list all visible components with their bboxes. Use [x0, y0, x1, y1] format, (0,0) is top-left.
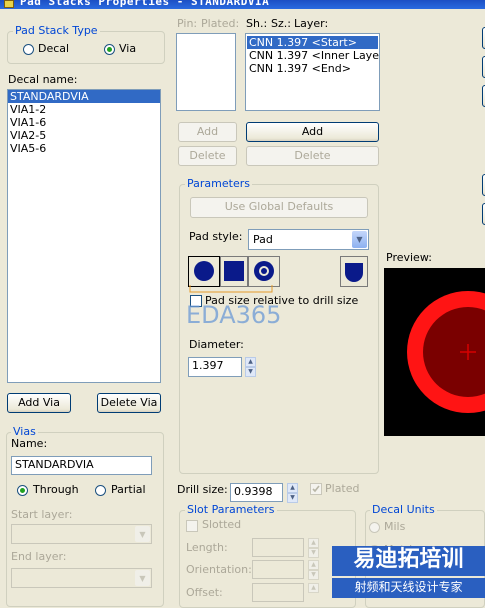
diameter-field[interactable]: 1.397 [188, 357, 242, 377]
decal-list-item[interactable]: STANDARDVIA [8, 90, 160, 103]
annular-pad-icon [254, 261, 274, 281]
app-icon [4, 0, 14, 8]
slot-orientation-field[interactable] [252, 560, 304, 579]
delete-via-button[interactable]: Delete Via [97, 393, 161, 413]
slot-orientation-spin-down[interactable]: ▼ [308, 570, 319, 580]
drill-size-label: Drill size: [177, 483, 228, 496]
delete-pin-label: Delete [189, 149, 226, 162]
add-via-button[interactable]: Add Via [7, 393, 71, 413]
plated-label[interactable]: Plated [325, 482, 360, 495]
drill-spin-down[interactable]: ▼ [287, 493, 298, 503]
pad-style-label: Pad style: [189, 230, 243, 243]
slot-offset-field[interactable] [252, 583, 304, 602]
eda365-watermark: EDA365 [186, 301, 282, 329]
decal-name-label: Decal name: [8, 73, 78, 86]
plated-header: Plated: [201, 17, 240, 30]
delete-via-label: Delete Via [100, 396, 158, 409]
slot-length-spin-up[interactable]: ▲ [308, 538, 319, 548]
round-pad-icon [194, 261, 214, 281]
mils-label[interactable]: Mils [384, 520, 405, 533]
diameter-spin-up[interactable]: ▲ [245, 357, 256, 367]
use-global-defaults-label: Use Global Defaults [224, 200, 334, 213]
slot-offset-spin-up[interactable]: ▲ [308, 583, 319, 593]
add-pin-button[interactable]: Add [178, 122, 237, 142]
add-layer-label: Add [301, 125, 324, 138]
pad-shape-list-item[interactable]: CNN 1.397 <Start> [247, 36, 378, 49]
square-pad-icon [224, 261, 244, 281]
slot-orientation-label: Orientation: [186, 563, 252, 576]
use-global-defaults-button[interactable]: Use Global Defaults [190, 197, 368, 218]
via-radio[interactable] [104, 44, 115, 55]
delete-layer-button[interactable]: Delete [246, 146, 379, 166]
slot-parameters-legend: Slot Parameters [185, 503, 277, 516]
decal-name-list[interactable]: STANDARDVIA VIA1-2 VIA1-6 VIA2-5 VIA5-6 [7, 89, 161, 383]
pad-shape-list[interactable]: CNN 1.397 <Start>CNN 1.397 <Inner Layers… [245, 33, 380, 111]
delete-pin-button[interactable]: Delete [178, 146, 237, 166]
pin-list[interactable] [176, 33, 236, 111]
custom-pad-shape-button[interactable] [340, 256, 368, 287]
through-radio[interactable] [17, 485, 28, 496]
decal-radio-label[interactable]: Decal [38, 42, 69, 55]
sh-header: Sh.: [246, 17, 268, 30]
decal-units-legend: Decal Units [370, 503, 437, 516]
delete-layer-label: Delete [294, 149, 331, 162]
diameter-spin-down[interactable]: ▼ [245, 367, 256, 377]
partial-radio[interactable] [95, 485, 106, 496]
end-layer-dropdown-icon: ▼ [135, 570, 150, 586]
slotted-checkbox[interactable] [186, 520, 198, 532]
through-radio-label[interactable]: Through [33, 483, 79, 496]
add-via-label: Add Via [18, 396, 60, 409]
plated-checkbox[interactable] [310, 483, 322, 495]
window-title: Pad Stacks Properties - STANDARDVIA [20, 0, 270, 8]
parameters-group [179, 184, 379, 474]
start-layer-label: Start layer: [11, 508, 73, 521]
sz-header: Sz.: [271, 17, 291, 30]
pin-header: Pin: [177, 17, 198, 30]
mils-radio[interactable] [369, 522, 380, 533]
slot-length-spin-down[interactable]: ▼ [308, 548, 319, 558]
training-watermark-logo: 易迪拓培训 [332, 546, 485, 576]
partial-radio-label[interactable]: Partial [111, 483, 146, 496]
layer-header: Layer: [294, 17, 329, 30]
drill-spin-up[interactable]: ▲ [287, 483, 298, 493]
drill-size-field[interactable]: 0.9398 [230, 483, 283, 502]
slot-offset-label: Offset: [186, 586, 223, 599]
diameter-label: Diameter: [189, 338, 244, 351]
slot-length-field[interactable] [252, 538, 304, 557]
pad-style-dropdown-icon: ▼ [352, 231, 367, 248]
start-layer-select[interactable]: ▼ [11, 524, 152, 544]
via-name-field[interactable]: STANDARDVIA [11, 456, 152, 475]
pad-shape-list-item[interactable]: CNN 1.397 <Inner Layers> [247, 49, 379, 62]
end-layer-label: End layer: [11, 550, 67, 563]
slot-length-label: Length: [186, 541, 228, 554]
decal-list-item[interactable]: VIA5-6 [8, 142, 160, 155]
add-layer-button[interactable]: Add [246, 122, 379, 142]
training-watermark-slogan: 射频和天线设计专家 [332, 578, 485, 598]
decal-list-item[interactable]: VIA1-2 [8, 103, 160, 116]
pad-shape-list-item[interactable]: CNN 1.397 <End> [247, 62, 378, 75]
pad-stack-type-legend: Pad Stack Type [13, 24, 100, 37]
via-name-label: Name: [11, 437, 48, 450]
decal-list-item[interactable]: VIA1-6 [8, 116, 160, 129]
via-radio-label[interactable]: Via [119, 42, 136, 55]
plated-checkmark-icon [312, 485, 320, 493]
title-bar: Pad Stacks Properties - STANDARDVIA [0, 0, 485, 9]
custom-pad-icon [345, 263, 363, 282]
add-pin-label: Add [196, 125, 219, 138]
slot-orientation-spin-up[interactable]: ▲ [308, 560, 319, 570]
pad-preview-graphic [407, 291, 485, 413]
preview-label: Preview: [386, 251, 432, 264]
end-layer-select[interactable]: ▼ [11, 568, 152, 588]
preview-canvas [384, 268, 485, 436]
start-layer-dropdown-icon: ▼ [135, 526, 150, 542]
pad-style-value: Pad [253, 233, 273, 246]
slotted-label[interactable]: Slotted [202, 518, 241, 531]
parameters-legend: Parameters [185, 177, 252, 190]
decal-list-item[interactable]: VIA2-5 [8, 129, 160, 142]
pad-style-select[interactable]: Pad ▼ [248, 229, 369, 250]
decal-radio[interactable] [23, 44, 34, 55]
